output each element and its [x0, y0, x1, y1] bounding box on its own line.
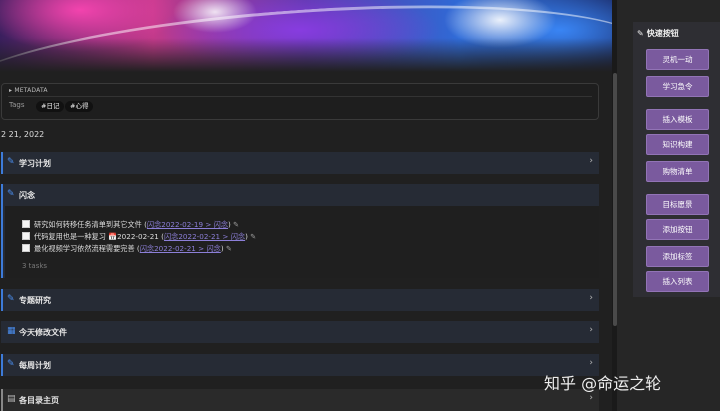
task-item: 研究如何转移任务清单到其它文件 (闪念2022-02-19 > 闪念) ✎ — [22, 220, 239, 230]
task-text-tail: ) — [245, 232, 248, 241]
callout-title: 学习计划 — [19, 159, 51, 168]
chevron-right-icon[interactable]: › — [589, 393, 593, 403]
quick-buttons-panel: ✎ 快速按钮 灵机一动 学习急令 插入模板 知识构建 购物清单 目标愿景 添加按钮… — [633, 22, 720, 297]
panel-title: ✎ 快速按钮 — [637, 29, 679, 38]
pencil-icon[interactable]: ✎ — [233, 220, 239, 229]
pencil-icon: ✎ — [7, 294, 15, 304]
callout-title: 闪念 — [19, 191, 35, 200]
task-item: 代码复用也是一种复习 📅2022-02-21 (闪念2022-02-21 > 闪… — [22, 232, 256, 242]
metadata-block: ▸ METADATA Tags #日记 #心得 — [1, 83, 599, 120]
calendar-icon: ▦ — [7, 326, 16, 336]
tag-pill[interactable]: #心得 — [65, 101, 94, 112]
watermark-text: 知乎 @命运之轮 — [544, 374, 662, 393]
task-checkbox[interactable] — [22, 244, 30, 252]
quick-button[interactable]: 添加标签 — [646, 246, 709, 267]
callout-title: 各目录主页 — [19, 396, 59, 405]
scrollbar-thumb[interactable] — [613, 73, 617, 326]
chevron-right-icon[interactable]: › — [589, 325, 593, 335]
task-link[interactable]: 闪念2022-02-21 > 闪念 — [164, 232, 245, 241]
pencil-icon[interactable]: ✎ — [226, 244, 232, 253]
tag-pill[interactable]: #日记 — [36, 101, 65, 112]
banner-image — [0, 0, 613, 72]
task-text: 最化视频学习依然流程需要完善 ( — [34, 244, 140, 253]
note-editor: ▸ METADATA Tags #日记 #心得 2 21, 2022 ✎ 学习计… — [0, 0, 613, 411]
task-checkbox[interactable] — [22, 232, 30, 240]
quick-button[interactable]: 灵机一动 — [646, 49, 709, 70]
quick-button[interactable]: 知识构建 — [646, 134, 709, 155]
pencil-icon: ✎ — [637, 29, 644, 38]
divider — [8, 96, 592, 97]
callout-flash-ideas: ✎ 闪念 研究如何转移任务清单到其它文件 (闪念2022-02-19 > 闪念)… — [1, 184, 599, 278]
quick-button[interactable]: 购物清单 — [646, 161, 709, 182]
chevron-right-icon[interactable]: › — [589, 358, 593, 368]
callout-weekly-plan[interactable]: ✎ 每周计划 › — [1, 354, 599, 376]
callout-title: 专题研究 — [19, 296, 51, 305]
pencil-icon: ✎ — [7, 157, 15, 167]
quick-button[interactable]: 插入模板 — [646, 109, 709, 130]
pencil-icon[interactable]: ✎ — [250, 232, 256, 241]
callout-title: 每周计划 — [19, 361, 51, 370]
quick-button[interactable]: 目标愿景 — [646, 194, 709, 215]
task-count: 3 tasks — [22, 262, 48, 270]
metadata-header[interactable]: ▸ METADATA — [9, 87, 48, 94]
callout-today-modified[interactable]: ▦ 今天修改文件 › — [1, 321, 599, 343]
quick-button[interactable]: 学习急令 — [646, 76, 709, 97]
task-text: 代码复用也是一种复习 📅2022-02-21 ( — [34, 232, 164, 241]
document-icon: ▤ — [7, 394, 16, 404]
task-link[interactable]: 闪念2022-02-21 > 闪念 — [140, 244, 221, 253]
quick-button[interactable]: 添加按钮 — [646, 219, 709, 240]
task-item: 最化视频学习依然流程需要完善 (闪念2022-02-21 > 闪念) ✎ — [22, 244, 232, 254]
metadata-key-tags: Tags — [9, 101, 25, 109]
callout-header[interactable]: ✎ 闪念 — [3, 184, 599, 206]
chevron-right-icon[interactable]: › — [589, 156, 593, 166]
note-date: 2 21, 2022 — [1, 130, 45, 139]
task-text-tail: ) — [220, 244, 224, 253]
task-link[interactable]: 闪念2022-02-19 > 闪念 — [147, 220, 228, 229]
task-text-tail: ) — [228, 220, 231, 229]
task-text: 研究如何转移任务清单到其它文件 ( — [34, 220, 147, 229]
pencil-icon: ✎ — [7, 359, 15, 369]
chevron-right-icon[interactable]: › — [589, 293, 593, 303]
callout-topic-research[interactable]: ✎ 专题研究 › — [1, 289, 599, 311]
task-checkbox[interactable] — [22, 220, 30, 228]
quick-button[interactable]: 插入列表 — [646, 271, 709, 292]
callout-title: 今天修改文件 — [19, 328, 67, 337]
pencil-icon: ✎ — [7, 189, 15, 199]
callout-directory-home[interactable]: ▤ 各目录主页 › — [1, 389, 599, 411]
task-list: 研究如何转移任务清单到其它文件 (闪念2022-02-19 > 闪念) ✎ 代码… — [5, 206, 599, 278]
callout-study-plan[interactable]: ✎ 学习计划 › — [1, 152, 599, 174]
